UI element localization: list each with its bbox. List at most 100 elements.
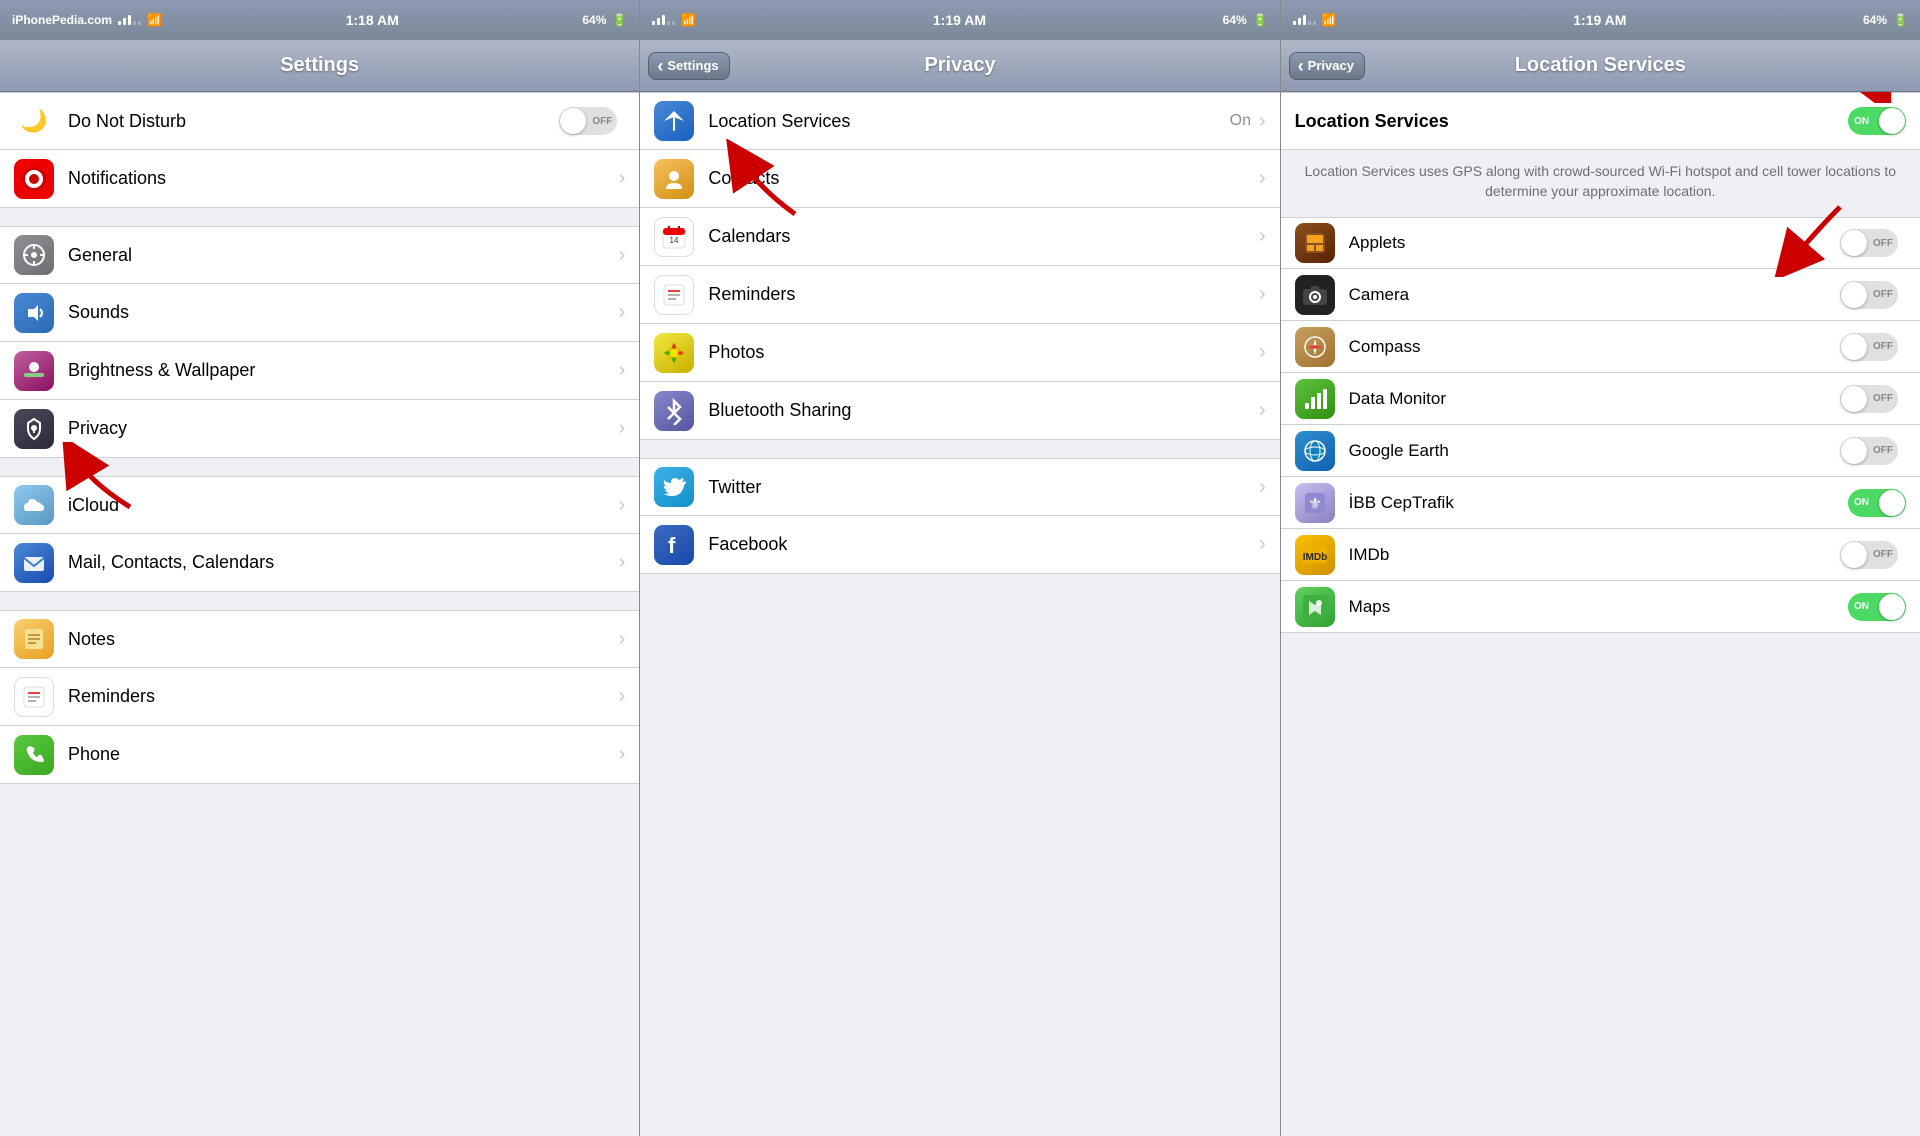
compass-label: Compass: [1349, 337, 1840, 357]
google-earth-app-icon: [1295, 431, 1335, 471]
location-toggle-arrow: [1800, 92, 1900, 103]
contacts-chevron: ›: [1259, 167, 1266, 190]
data-monitor-toggle[interactable]: [1840, 385, 1898, 413]
app-row-camera[interactable]: Camera: [1281, 269, 1920, 321]
reminders2-chevron: ›: [1259, 283, 1266, 306]
settings-item-general[interactable]: General ›: [0, 226, 639, 284]
privacy-item-location[interactable]: Location Services On ›: [640, 92, 1279, 150]
status-bar-2: 📶 1:19 AM 64% 🔋: [640, 0, 1279, 40]
privacy-item-twitter[interactable]: Twitter ›: [640, 458, 1279, 516]
signal-bars-2: [652, 15, 675, 25]
twitter-icon: [654, 467, 694, 507]
privacy-item-bluetooth[interactable]: Bluetooth Sharing ›: [640, 382, 1279, 440]
sounds-chevron: ›: [619, 301, 626, 324]
settings-list: 🌙 Do Not Disturb Notifications › General: [0, 92, 639, 1136]
settings-item-privacy[interactable]: Privacy ›: [0, 400, 639, 458]
app-row-data-monitor[interactable]: Data Monitor: [1281, 373, 1920, 425]
location-services-icon: [654, 101, 694, 141]
wifi-icon-3: 📶: [1322, 13, 1337, 27]
notes-chevron: ›: [619, 628, 626, 651]
settings-item-brightness[interactable]: Brightness & Wallpaper ›: [0, 342, 639, 400]
time-2: 1:19 AM: [933, 12, 986, 28]
notifications-label: Notifications: [68, 168, 619, 189]
settings-item-mail[interactable]: Mail, Contacts, Calendars ›: [0, 534, 639, 592]
settings-item-do-not-disturb[interactable]: 🌙 Do Not Disturb: [0, 92, 639, 150]
location-services-chevron: ›: [1259, 110, 1266, 133]
do-not-disturb-toggle[interactable]: [559, 107, 617, 135]
carrier-label: iPhonePedia.com: [12, 13, 112, 27]
battery-percent-1: 64%: [582, 13, 606, 27]
data-monitor-app-icon: [1295, 379, 1335, 419]
notes-label: Notes: [68, 629, 619, 650]
phone-icon: [14, 735, 54, 775]
settings-item-reminders[interactable]: Reminders ›: [0, 668, 639, 726]
location-services-toggle-row[interactable]: Location Services: [1281, 92, 1920, 150]
ibb-toggle[interactable]: [1848, 489, 1906, 517]
mail-icon: [14, 543, 54, 583]
sounds-icon: [14, 293, 54, 333]
status-bar-3: 📶 1:19 AM 64% 🔋: [1281, 0, 1920, 40]
settings-item-phone[interactable]: Phone ›: [0, 726, 639, 784]
privacy-item-reminders[interactable]: Reminders ›: [640, 266, 1279, 324]
panel-settings: iPhonePedia.com 📶 1:18 AM 64% 🔋 Settings…: [0, 0, 639, 1136]
location-description: Location Services uses GPS along with cr…: [1281, 150, 1920, 217]
settings-item-notes[interactable]: Notes ›: [0, 610, 639, 668]
phone-chevron: ›: [619, 743, 626, 766]
app-row-maps[interactable]: Maps: [1281, 581, 1920, 633]
maps-toggle[interactable]: [1848, 593, 1906, 621]
status-left-3: 📶: [1293, 13, 1337, 27]
panel-location-services: 📶 1:19 AM 64% 🔋 Privacy Location Service…: [1281, 0, 1920, 1136]
google-earth-toggle[interactable]: [1840, 437, 1898, 465]
applets-app-icon: [1295, 223, 1335, 263]
applets-toggle[interactable]: [1840, 229, 1898, 257]
general-chevron: ›: [619, 244, 626, 267]
icloud-label: iCloud: [68, 495, 619, 516]
compass-toggle[interactable]: [1840, 333, 1898, 361]
app-row-google-earth[interactable]: Google Earth: [1281, 425, 1920, 477]
location-services-main-label: Location Services: [1295, 111, 1848, 132]
settings-item-notifications[interactable]: Notifications ›: [0, 150, 639, 208]
notifications-chevron: ›: [619, 167, 626, 190]
app-row-imdb[interactable]: IMDb IMDb: [1281, 529, 1920, 581]
camera-label: Camera: [1349, 285, 1840, 305]
imdb-toggle[interactable]: [1840, 541, 1898, 569]
svg-text:⚜: ⚜: [1307, 496, 1321, 513]
status-right-1: 64% 🔋: [582, 13, 627, 27]
privacy-item-facebook[interactable]: f Facebook ›: [640, 516, 1279, 574]
camera-app-icon: [1295, 275, 1335, 315]
reminders-label: Reminders: [68, 686, 619, 707]
app-row-ibb-ceptrafik[interactable]: ⚜ İBB CepTrafik: [1281, 477, 1920, 529]
nav-bar-location: Privacy Location Services: [1281, 40, 1920, 92]
privacy-icon: [14, 409, 54, 449]
facebook-chevron: ›: [1259, 533, 1266, 556]
do-not-disturb-icon: 🌙: [14, 101, 54, 141]
svg-text:f: f: [668, 533, 676, 558]
settings-group-4: Notes › Reminders › Phone ›: [0, 610, 639, 784]
ibb-label: İBB CepTrafik: [1349, 493, 1848, 513]
settings-item-icloud[interactable]: iCloud ›: [0, 476, 639, 534]
nav-title-settings: Settings: [280, 54, 359, 77]
mail-label: Mail, Contacts, Calendars: [68, 552, 619, 573]
svg-text:IMDb: IMDb: [1302, 552, 1326, 563]
notes-icon: [14, 619, 54, 659]
privacy-back-button[interactable]: Settings: [648, 52, 729, 80]
photos-icon: [654, 333, 694, 373]
privacy-item-photos[interactable]: Photos ›: [640, 324, 1279, 382]
maps-label: Maps: [1349, 597, 1848, 617]
privacy-item-calendars[interactable]: 14 Calendars ›: [640, 208, 1279, 266]
general-icon: [14, 235, 54, 275]
camera-toggle[interactable]: [1840, 281, 1898, 309]
privacy-item-contacts[interactable]: Contacts ›: [640, 150, 1279, 208]
location-back-button[interactable]: Privacy: [1289, 52, 1365, 80]
location-services-main-toggle[interactable]: [1848, 107, 1906, 135]
nav-bar-settings: Settings: [0, 40, 639, 92]
app-row-applets[interactable]: Applets: [1281, 217, 1920, 269]
reminders2-icon: [654, 275, 694, 315]
settings-group-1: 🌙 Do Not Disturb Notifications ›: [0, 92, 639, 208]
app-row-compass[interactable]: Compass: [1281, 321, 1920, 373]
signal-bars-1: [118, 15, 141, 25]
photos-chevron: ›: [1259, 341, 1266, 364]
location-services-label: Location Services: [708, 111, 1229, 132]
settings-group-2: General › Sounds › Brightness & Wallpape…: [0, 226, 639, 458]
settings-item-sounds[interactable]: Sounds ›: [0, 284, 639, 342]
